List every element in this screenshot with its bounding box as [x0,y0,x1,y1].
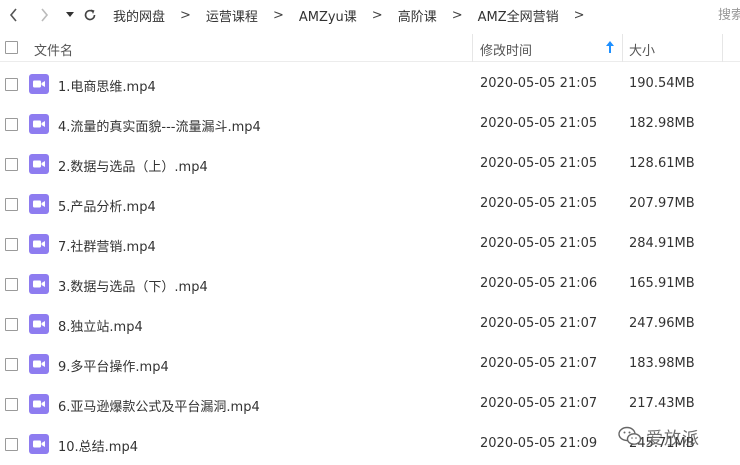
file-modified-time: 2020-05-05 21:05 [480,196,598,211]
file-row[interactable]: 8.独立站.mp4 2020-05-05 21:07 247.96MB [0,304,740,344]
row-checkbox[interactable] [5,158,18,171]
column-header-time[interactable]: 修改时间 [480,40,532,59]
file-name[interactable]: 7.社群营销.mp4 [58,236,156,255]
column-header-name[interactable]: 文件名 [34,40,73,59]
column-divider[interactable] [722,34,723,62]
video-file-icon [29,354,49,374]
breadcrumb-separator: > [451,7,463,23]
file-row[interactable]: 1.电商思维.mp4 2020-05-05 21:05 190.54MB [0,64,740,104]
breadcrumb-separator: > [180,7,191,23]
file-name[interactable]: 1.电商思维.mp4 [58,76,156,95]
file-size: 165.91MB [629,276,695,291]
video-file-icon [29,194,49,214]
video-file-icon [29,434,49,454]
row-checkbox[interactable] [5,398,18,411]
file-name[interactable]: 6.亚马逊爆款公式及平台漏洞.mp4 [58,396,260,415]
row-checkbox[interactable] [5,358,18,371]
row-checkbox[interactable] [5,318,18,331]
video-file-icon [29,154,49,174]
breadcrumb-item-my-drive[interactable]: 我的网盘 [111,6,167,25]
caret-down-icon[interactable] [63,4,77,26]
file-list: 1.电商思维.mp4 2020-05-05 21:05 190.54MB 4.流量的真… [0,64,740,464]
file-row[interactable]: 6.亚马逊爆款公式及平台漏洞.mp4 2020-05-05 21:07 217.43… [0,384,740,424]
file-name[interactable]: 8.独立站.mp4 [58,316,143,335]
breadcrumb-separator: > [371,7,383,23]
file-modified-time: 2020-05-05 21:07 [480,316,598,331]
file-name[interactable]: 2.数据与选品（上）.mp4 [58,156,208,175]
video-file-icon [29,74,49,94]
file-name[interactable]: 4.流量的真实面貌---流量漏斗.mp4 [58,116,261,135]
refresh-icon[interactable] [79,4,101,26]
file-size: 217.43MB [629,396,695,411]
breadcrumb-separator: > [573,7,585,23]
breadcrumb-item-amz-marketing[interactable]: AMZ全网营销 [476,6,561,25]
file-size: 190.54MB [629,76,695,91]
video-file-icon [29,114,49,134]
video-file-icon [29,274,49,294]
file-size: 247.96MB [629,316,695,331]
video-file-icon [29,314,49,334]
file-modified-time: 2020-05-05 21:05 [480,116,598,131]
file-row[interactable]: 4.流量的真实面貌---流量漏斗.mp4 2020-05-05 21:05 182.… [0,104,740,144]
search-input[interactable]: 搜索 [718,4,740,26]
file-size: 128.61MB [629,156,695,171]
file-name[interactable]: 3.数据与选品（下）.mp4 [58,276,208,295]
column-header: 文件名 修改时间 大小 [0,34,740,62]
select-all-checkbox[interactable] [5,41,18,54]
file-modified-time: 2020-05-05 21:06 [480,276,598,291]
file-modified-time: 2020-05-05 21:07 [480,356,598,371]
breadcrumb-item-amzyu[interactable]: AMZyu课 [297,6,359,25]
file-modified-time: 2020-05-05 21:05 [480,156,598,171]
row-checkbox[interactable] [5,198,18,211]
video-file-icon [29,394,49,414]
file-name[interactable]: 10.总结.mp4 [58,436,138,455]
file-modified-time: 2020-05-05 21:05 [480,76,598,91]
toolbar: 我的网盘 > 运营课程 > AMZyu课 > 高阶课 > AMZ全网营销 > 搜… [0,0,740,30]
file-row[interactable]: 3.数据与选品（下）.mp4 2020-05-05 21:06 165.91MB [0,264,740,304]
file-size: 284.91MB [629,236,695,251]
breadcrumb-separator: > [272,7,284,23]
back-chevron-left-icon[interactable] [3,4,25,26]
watermark-text: 爱放派 [646,428,700,449]
file-modified-time: 2020-05-05 21:09 [480,436,598,451]
file-size: 182.98MB [629,116,695,131]
row-checkbox[interactable] [5,238,18,251]
forward-chevron-right-icon[interactable] [33,4,55,26]
file-name[interactable]: 9.多平台操作.mp4 [58,356,169,375]
row-checkbox[interactable] [5,278,18,291]
file-size: 207.97MB [629,196,695,211]
breadcrumb-item-advanced[interactable]: 高阶课 [396,6,439,25]
sort-ascending-icon [606,41,614,53]
file-modified-time: 2020-05-05 21:07 [480,396,598,411]
column-divider[interactable] [472,34,473,62]
video-file-icon [29,234,49,254]
breadcrumb-item-courses[interactable]: 运营课程 [204,6,260,25]
file-row[interactable]: 2.数据与选品（上）.mp4 2020-05-05 21:05 128.61MB [0,144,740,184]
file-size: 183.98MB [629,356,695,371]
column-header-size[interactable]: 大小 [629,40,655,59]
row-checkbox[interactable] [5,78,18,91]
breadcrumb: 我的网盘 > 运营课程 > AMZyu课 > 高阶课 > AMZ全网营销 > [111,0,598,30]
file-row[interactable]: 9.多平台操作.mp4 2020-05-05 21:07 183.98MB [0,344,740,384]
wechat-logo-icon [618,426,642,445]
file-modified-time: 2020-05-05 21:05 [480,236,598,251]
file-row[interactable]: 5.产品分析.mp4 2020-05-05 21:05 207.97MB [0,184,740,224]
file-name[interactable]: 5.产品分析.mp4 [58,196,156,215]
row-checkbox[interactable] [5,438,18,451]
file-row[interactable]: 7.社群营销.mp4 2020-05-05 21:05 284.91MB [0,224,740,264]
row-checkbox[interactable] [5,118,18,131]
watermark: 爱放派 [618,421,740,451]
column-divider[interactable] [622,34,623,62]
